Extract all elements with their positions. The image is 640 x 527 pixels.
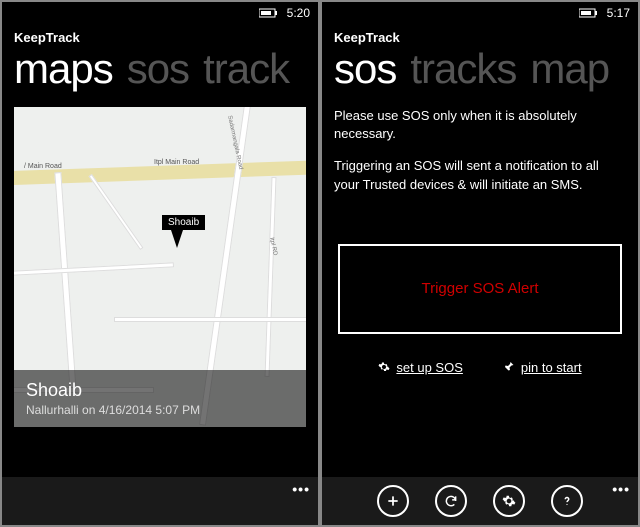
trigger-sos-label: Trigger SOS Alert <box>422 280 539 297</box>
app-bar[interactable]: ••• <box>322 477 638 525</box>
app-title: KeepTrack <box>2 24 318 45</box>
map-footer[interactable]: Shoaib Nallurhalli on 4/16/2014 5:07 PM <box>14 370 306 427</box>
sos-warning-2: Triggering an SOS will sent a notificati… <box>334 157 626 193</box>
battery-icon <box>579 8 599 18</box>
gear-icon <box>502 494 516 508</box>
battery-icon <box>259 8 279 18</box>
marker-label: Shoaib <box>162 215 205 230</box>
sos-warning-1: Please use SOS only when it is absolutel… <box>334 107 626 143</box>
status-bar: 5:20 <box>2 2 318 24</box>
contact-name: Shoaib <box>26 380 294 401</box>
map-card[interactable]: / Main Road Itpl Main Road Sadarmangala … <box>14 107 306 427</box>
pivot-sos[interactable]: sos <box>334 45 396 93</box>
pivot-header[interactable]: sos tracks map <box>322 45 638 93</box>
road <box>265 177 277 377</box>
refresh-icon <box>444 494 458 508</box>
sos-content: Please use SOS only when it is absolutel… <box>322 93 638 477</box>
app-title: KeepTrack <box>322 24 638 45</box>
phone-screen-sos: 5:17 KeepTrack sos tracks map Please use… <box>322 2 638 525</box>
settings-button[interactable] <box>493 485 525 517</box>
gear-icon <box>378 361 390 373</box>
road-label: / Main Road <box>24 163 62 170</box>
more-icon[interactable]: ••• <box>292 481 310 497</box>
marker-pointer <box>171 230 183 248</box>
road <box>89 174 144 250</box>
add-button[interactable] <box>377 485 409 517</box>
app-bar[interactable]: ••• <box>2 477 318 525</box>
status-bar: 5:17 <box>322 2 638 24</box>
clock: 5:20 <box>287 6 310 20</box>
road <box>14 262 174 276</box>
more-icon[interactable]: ••• <box>612 481 630 497</box>
question-icon <box>560 494 574 508</box>
pivot-maps[interactable]: maps <box>14 45 113 93</box>
sos-links: set up SOS pin to start <box>334 360 626 375</box>
pin-to-start-link[interactable]: pin to start <box>503 360 582 375</box>
road-label: Itpl Main Road <box>154 159 199 166</box>
help-button[interactable] <box>551 485 583 517</box>
pin-icon <box>503 361 515 373</box>
pivot-map[interactable]: map <box>530 45 609 93</box>
pivot-sos[interactable]: sos <box>127 45 189 93</box>
pivot-track[interactable]: track <box>203 45 289 93</box>
phone-screen-maps: 5:20 KeepTrack maps sos track / Main Roa… <box>2 2 318 525</box>
pivot-tracks[interactable]: tracks <box>410 45 516 93</box>
location-timestamp: Nallurhalli on 4/16/2014 5:07 PM <box>26 403 294 417</box>
clock: 5:17 <box>607 6 630 20</box>
road <box>54 172 76 392</box>
trigger-sos-button[interactable]: Trigger SOS Alert <box>338 244 622 334</box>
refresh-button[interactable] <box>435 485 467 517</box>
plus-icon <box>386 494 400 508</box>
map-marker[interactable]: Shoaib <box>162 215 205 248</box>
maps-content: / Main Road Itpl Main Road Sadarmangala … <box>2 93 318 477</box>
setup-sos-link[interactable]: set up SOS <box>378 360 462 375</box>
pivot-header[interactable]: maps sos track <box>2 45 318 93</box>
road <box>114 317 306 322</box>
